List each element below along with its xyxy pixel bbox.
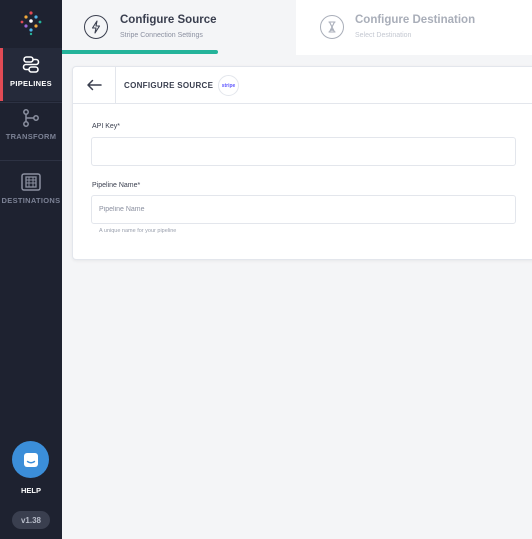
configure-source-card: CONFIGURE SOURCE stripe API Key* Pipelin…: [72, 66, 532, 260]
help-label: HELP: [20, 486, 41, 495]
sidebar-divider: [0, 160, 62, 161]
help-button[interactable]: [12, 441, 49, 478]
transform-icon: [23, 109, 39, 127]
api-key-input[interactable]: [91, 137, 516, 166]
step-title: Configure Source: [120, 14, 217, 26]
chat-icon: [23, 452, 38, 467]
step-configure-source[interactable]: Configure Source Stripe Connection Setti…: [62, 0, 296, 55]
back-button[interactable]: [73, 67, 116, 103]
pipeline-name-label: Pipeline Name*: [92, 182, 141, 189]
sidebar-item-destinations[interactable]: DESTINATIONS: [0, 172, 62, 212]
hourglass-icon: [320, 15, 344, 39]
stepper: Configure Source Stripe Connection Setti…: [62, 0, 532, 55]
stripe-logo: stripe: [218, 75, 239, 96]
sidebar-item-pipelines[interactable]: PIPELINES: [0, 48, 62, 101]
pipeline-name-hint: A unique name for your pipeline: [99, 228, 177, 234]
step-title: Configure Destination: [355, 14, 476, 26]
step-subtitle: Stripe Connection Settings: [120, 32, 203, 39]
card-title: CONFIGURE SOURCE: [124, 81, 214, 90]
sidebar-item-label: PIPELINES: [10, 79, 52, 88]
api-key-label: API Key*: [92, 123, 121, 130]
lightning-icon: [84, 15, 108, 39]
step-progress-bar: [62, 50, 218, 54]
version-badge: v1.38: [12, 511, 50, 529]
sidebar: PIPELINES TRANSFORM DESTINATIONS HELP v1…: [0, 0, 62, 539]
arrow-left-icon: [87, 79, 102, 91]
sidebar-divider: [0, 102, 62, 103]
pipelines-icon: [22, 56, 40, 73]
pipeline-name-input[interactable]: [91, 195, 516, 224]
step-configure-destination[interactable]: Configure Destination Select Destination: [296, 0, 532, 55]
app-logo-icon[interactable]: [17, 9, 45, 37]
sidebar-item-label: TRANSFORM: [5, 132, 57, 141]
step-subtitle: Select Destination: [355, 32, 412, 39]
card-header: CONFIGURE SOURCE stripe: [73, 67, 532, 104]
sidebar-item-transform[interactable]: TRANSFORM: [0, 108, 62, 158]
destinations-icon: [21, 173, 41, 191]
sidebar-item-label: DESTINATIONS: [1, 196, 61, 205]
